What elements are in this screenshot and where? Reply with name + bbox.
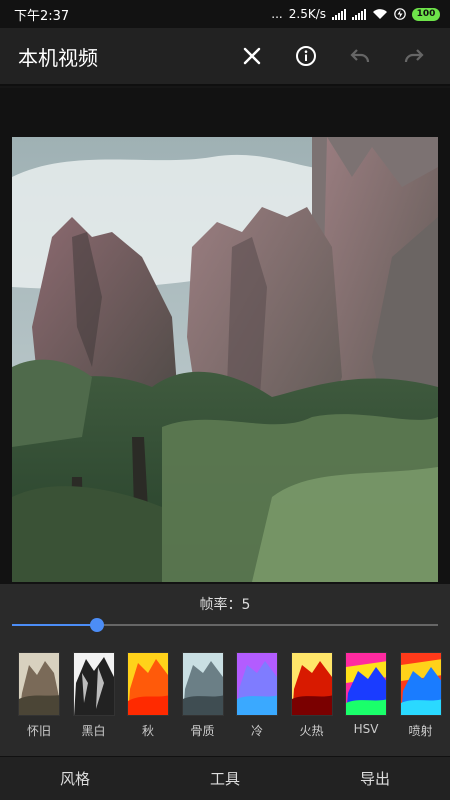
filter-bone[interactable]: 骨质: [181, 652, 224, 739]
filter-thumbnail: [290, 652, 333, 716]
filter-cool[interactable]: 冷: [236, 652, 278, 739]
filter-autumn[interactable]: 秋: [127, 652, 169, 739]
filter-label: HSV: [353, 722, 379, 736]
filter-label: 骨质: [190, 724, 215, 738]
filter-thumbnail: [127, 652, 169, 716]
nav-style[interactable]: 风格: [0, 757, 150, 800]
filter-thumbnail: [18, 652, 60, 716]
info-button[interactable]: [288, 38, 324, 74]
filter-jet[interactable]: 喷射: [399, 652, 442, 739]
wifi-icon: [373, 9, 387, 19]
filter-label: 黑白: [81, 724, 106, 738]
app-bar: 本机视频: [0, 28, 450, 86]
filter-sepia[interactable]: 怀旧: [18, 652, 60, 739]
bottom-nav: 风格 工具 导出: [0, 756, 450, 800]
filter-bw[interactable]: 黑白: [72, 652, 115, 739]
status-bar: 下午2:37 ... 2.5K/s 100: [0, 0, 450, 28]
filter-hsv[interactable]: HSV: [345, 652, 387, 739]
filter-label: 秋: [141, 724, 154, 738]
undo-icon: [350, 49, 370, 63]
filter-thumbnail: [399, 652, 442, 716]
nav-tools[interactable]: 工具: [150, 757, 300, 800]
filter-list: 怀旧 黑白 秋 骨质 冷 火热 HSV 喷射: [18, 652, 450, 739]
framerate-label: 帧率：5: [199, 597, 251, 613]
slider-thumb[interactable]: [90, 618, 105, 632]
framerate-slider[interactable]: [12, 618, 438, 632]
filter-label: 怀旧: [26, 724, 51, 738]
redo-button[interactable]: [396, 38, 432, 74]
signal-icon: [332, 8, 346, 20]
page-title: 本机视频: [18, 45, 98, 70]
status-time: 下午2:37: [14, 8, 70, 24]
filter-label: 冷: [250, 724, 263, 738]
filter-thumbnail: [72, 652, 115, 716]
charging-icon: [394, 8, 406, 20]
close-button[interactable]: [234, 38, 270, 74]
undo-button[interactable]: [342, 38, 378, 74]
filter-hot[interactable]: 火热: [290, 652, 333, 739]
signal-icon-2: [352, 8, 366, 20]
slider-fill: [12, 624, 98, 626]
net-speed: 2.5K/s: [288, 7, 326, 21]
battery-indicator: 100: [412, 7, 440, 21]
redo-icon: [404, 49, 424, 63]
nav-export[interactable]: 导出: [300, 757, 450, 800]
close-icon: [243, 47, 261, 65]
controls-panel: 帧率：5 怀旧 黑白 秋 骨质 冷 火热 HSV 喷射: [0, 584, 450, 756]
filter-label: 喷射: [408, 724, 433, 738]
filter-thumbnail: [345, 652, 387, 716]
filter-thumbnail: [236, 652, 278, 716]
filter-label: 火热: [299, 724, 324, 738]
video-preview[interactable]: [12, 137, 438, 582]
filter-thumbnail: [181, 652, 224, 716]
status-dots: ...: [271, 7, 283, 21]
preview-area: [0, 88, 450, 584]
info-icon: [296, 46, 316, 66]
